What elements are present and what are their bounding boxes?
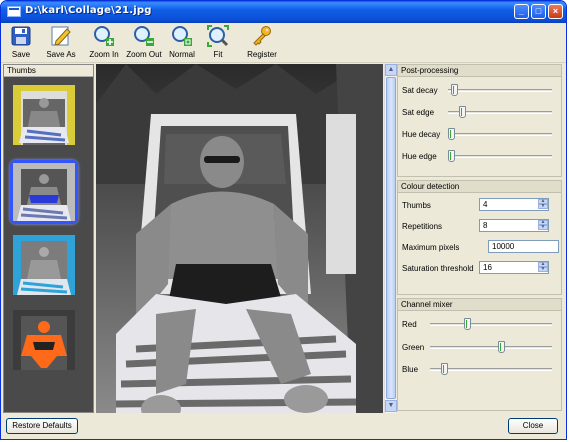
zoom-out-button[interactable]: Zoom Out: [125, 25, 163, 61]
repetitions-down[interactable]: ▼: [538, 225, 548, 230]
thumbs-panel: Thumbs: [3, 64, 94, 413]
save-as-label: Save As: [46, 50, 76, 59]
zoom-fit-icon: [207, 25, 229, 47]
hue-decay-label: Hue decay: [402, 130, 441, 139]
save-label: Save: [11, 50, 31, 59]
repetitions-label: Repetitions: [402, 222, 443, 231]
thumbs-count-value: 4: [483, 200, 488, 209]
thumbnail-4[interactable]: [13, 310, 75, 370]
red-slider[interactable]: [430, 318, 552, 330]
fit-label: Fit: [213, 50, 223, 59]
hue-decay-handle[interactable]: [448, 128, 455, 140]
thumbnail-2-selected[interactable]: [10, 160, 78, 224]
scroll-up-button[interactable]: ▲: [385, 64, 397, 76]
blue-slider[interactable]: [430, 363, 552, 375]
colour-detection-group: Colour detection Thumbs 4 ▲ ▼ Repetitions…: [397, 180, 562, 295]
window-icon: [7, 6, 21, 17]
scroll-down-button[interactable]: ▼: [385, 400, 397, 412]
hue-edge-label: Hue edge: [402, 152, 437, 161]
green-slider[interactable]: [430, 341, 552, 353]
green-handle[interactable]: [498, 341, 505, 353]
image-viewer[interactable]: [96, 64, 383, 413]
thumbnail-3[interactable]: [13, 235, 75, 295]
close-button[interactable]: Close: [508, 418, 558, 434]
window-title: D:\karl\Collage\21.jpg: [25, 5, 152, 16]
photo-canvas: [96, 64, 383, 413]
maximum-pixels-field[interactable]: 10000: [488, 240, 559, 253]
zoom-in-icon: [93, 25, 115, 47]
settings-panel: Post-processing Sat decay Sat edge Hue d…: [397, 64, 564, 413]
red-handle[interactable]: [464, 318, 471, 330]
sat-decay-slider[interactable]: [448, 84, 552, 96]
sat-edge-handle[interactable]: [459, 106, 466, 118]
toolbar: Save Save As Zoom In Zoom Out Normal Fit…: [1, 23, 566, 63]
saturation-threshold-label: Saturation threshold: [402, 264, 474, 273]
repetitions-value: 8: [483, 221, 488, 230]
thumbs-count-spinbox[interactable]: 4 ▲ ▼: [479, 198, 549, 211]
thumbs-count-label: Thumbs: [402, 201, 431, 210]
repetitions-spinbox[interactable]: 8 ▲ ▼: [479, 219, 549, 232]
restore-defaults-button[interactable]: Restore Defaults: [6, 418, 78, 434]
register-button[interactable]: Register: [245, 25, 279, 61]
zoom-out-label: Zoom Out: [126, 50, 162, 59]
zoom-out-icon: [133, 25, 155, 47]
thumbs-count-down[interactable]: ▼: [538, 204, 548, 209]
save-as-icon: [50, 25, 72, 47]
maximum-pixels-label: Maximum pixels: [402, 243, 460, 252]
post-processing-group: Post-processing Sat decay Sat edge Hue d…: [397, 64, 562, 177]
zoom-in-label: Zoom In: [89, 50, 119, 59]
post-processing-title: Post-processing: [398, 65, 561, 77]
red-label: Red: [402, 320, 417, 329]
save-as-button[interactable]: Save As: [43, 25, 79, 61]
hue-edge-handle[interactable]: [448, 150, 455, 162]
normal-button[interactable]: Normal: [167, 25, 197, 61]
zoom-normal-icon: [171, 25, 193, 47]
green-label: Green: [402, 343, 425, 352]
zoom-in-button[interactable]: Zoom In: [87, 25, 121, 61]
maximize-button[interactable]: □: [531, 4, 546, 19]
saturation-threshold-value: 16: [483, 263, 492, 272]
sat-decay-label: Sat decay: [402, 86, 438, 95]
channel-mixer-title: Channel mixer: [398, 299, 561, 311]
floppy-icon: [10, 25, 32, 47]
hue-decay-slider[interactable]: [448, 128, 552, 140]
fit-button[interactable]: Fit: [205, 25, 231, 61]
main-window: D:\karl\Collage\21.jpg _ □ × Save Save A…: [0, 0, 567, 440]
channel-mixer-group: Channel mixer Red Green Blue: [397, 298, 562, 411]
hue-edge-slider[interactable]: [448, 150, 552, 162]
minimize-button[interactable]: _: [514, 4, 529, 19]
thumbnail-1[interactable]: [13, 85, 75, 145]
save-button[interactable]: Save: [7, 25, 35, 61]
register-label: Register: [247, 50, 277, 59]
normal-label: Normal: [169, 50, 195, 59]
thumbs-header: Thumbs: [4, 65, 93, 77]
title-bar[interactable]: D:\karl\Collage\21.jpg _ □ ×: [1, 1, 566, 23]
key-icon: [251, 25, 273, 47]
image-scrollbar[interactable]: ▲ ▼: [384, 64, 397, 413]
blue-label: Blue: [402, 365, 419, 374]
saturation-threshold-down[interactable]: ▼: [538, 267, 548, 272]
saturation-threshold-spinbox[interactable]: 16 ▲ ▼: [479, 261, 549, 274]
bottom-bar: Restore Defaults Close: [1, 414, 566, 439]
sat-edge-slider[interactable]: [448, 106, 552, 118]
blue-handle[interactable]: [441, 363, 448, 375]
scroll-thumb[interactable]: [386, 77, 396, 399]
close-window-button[interactable]: ×: [548, 4, 563, 19]
colour-detection-title: Colour detection: [398, 181, 561, 193]
sat-decay-handle[interactable]: [451, 84, 458, 96]
sat-edge-label: Sat edge: [402, 108, 435, 117]
